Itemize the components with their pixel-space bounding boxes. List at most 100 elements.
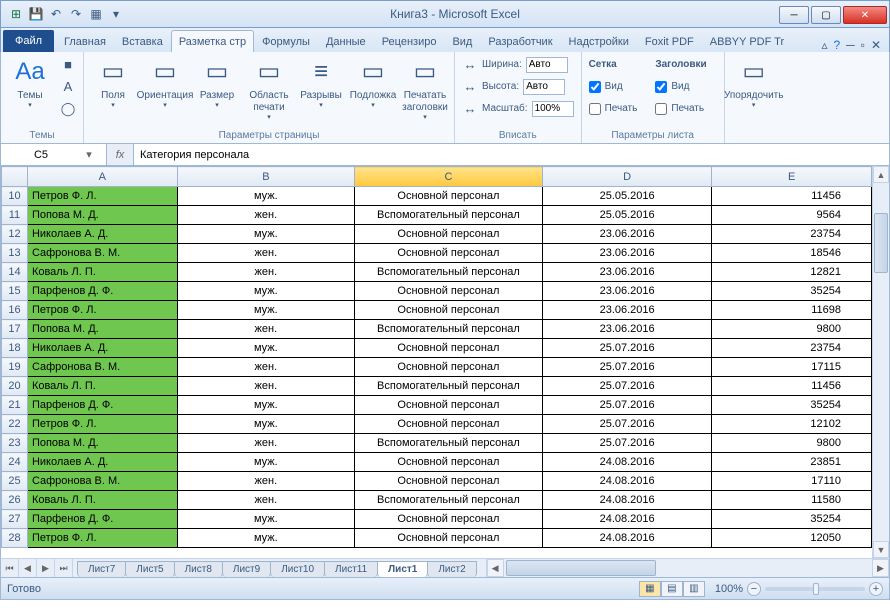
cell[interactable]: Сафронова В. М.	[27, 358, 177, 377]
row-header[interactable]: 14	[2, 263, 28, 282]
ribbon-tab[interactable]: Разработчик	[480, 30, 560, 52]
cell[interactable]: 25.07.2016	[542, 434, 712, 453]
sheet-tab[interactable]: Лист5	[125, 561, 174, 577]
view-normal-button[interactable]: ▦	[639, 581, 661, 597]
column-header[interactable]: A	[27, 167, 177, 187]
cell[interactable]: муж.	[177, 529, 354, 548]
cell[interactable]: Попова М. Д.	[27, 206, 177, 225]
row-header[interactable]: 11	[2, 206, 28, 225]
cell[interactable]: 23.06.2016	[542, 301, 712, 320]
cell[interactable]: Попова М. Д.	[27, 434, 177, 453]
sheet-opt-view[interactable]: Вид	[586, 76, 641, 97]
theme-colors-button[interactable]: ■	[57, 54, 79, 75]
cell[interactable]: Основной персонал	[355, 301, 543, 320]
cell[interactable]: 35254	[712, 510, 872, 529]
cell[interactable]: жен.	[177, 472, 354, 491]
cell[interactable]: Основной персонал	[355, 225, 543, 244]
zoom-value[interactable]: 100%	[715, 583, 743, 595]
cell[interactable]: жен.	[177, 206, 354, 225]
ribbon-minimize-icon[interactable]: ▵	[821, 38, 827, 52]
cell[interactable]: Парфенов Д. Ф.	[27, 396, 177, 415]
ribbon-tab[interactable]: Foxit PDF	[637, 30, 702, 52]
page-setup-button[interactable]: ▭Поля▾	[88, 54, 138, 112]
cell[interactable]: 24.08.2016	[542, 529, 712, 548]
arrange-button[interactable]: ▭ Упорядочить ▾	[729, 54, 779, 112]
cell[interactable]: Вспомогательный персонал	[355, 320, 543, 339]
mdi-close-icon[interactable]: ✕	[871, 38, 881, 52]
cell[interactable]: 12050	[712, 529, 872, 548]
minimize-button[interactable]: ─	[779, 6, 809, 24]
sheet-tab[interactable]: Лист7	[77, 561, 126, 577]
cell[interactable]: Попова М. Д.	[27, 320, 177, 339]
column-header[interactable]: B	[177, 167, 354, 187]
ribbon-tab[interactable]: Главная	[56, 30, 114, 52]
vscroll-thumb[interactable]	[874, 213, 888, 273]
row-header[interactable]: 21	[2, 396, 28, 415]
scale-input[interactable]	[526, 57, 568, 73]
print-area-icon[interactable]: ▦	[87, 5, 105, 23]
cell[interactable]: 23.06.2016	[542, 263, 712, 282]
cell[interactable]: Сафронова В. М.	[27, 244, 177, 263]
cell[interactable]: 23.06.2016	[542, 320, 712, 339]
ribbon-tab[interactable]: Рецензиро	[374, 30, 445, 52]
close-button[interactable]: ✕	[843, 6, 887, 24]
ribbon-tab[interactable]: Надстройки	[561, 30, 637, 52]
cell[interactable]: 12102	[712, 415, 872, 434]
cell[interactable]: 23.06.2016	[542, 225, 712, 244]
select-all-corner[interactable]	[2, 167, 28, 187]
cell[interactable]: Основной персонал	[355, 396, 543, 415]
cell[interactable]: жен.	[177, 320, 354, 339]
print-checkbox[interactable]	[589, 103, 601, 115]
name-box-input[interactable]	[1, 149, 81, 161]
excel-icon[interactable]: ⊞	[7, 5, 25, 23]
row-header[interactable]: 25	[2, 472, 28, 491]
cell[interactable]: жен.	[177, 377, 354, 396]
cell[interactable]: 25.07.2016	[542, 396, 712, 415]
cell[interactable]: 9564	[712, 206, 872, 225]
cell[interactable]: 17115	[712, 358, 872, 377]
scroll-left-icon[interactable]: ◀	[487, 559, 504, 577]
row-header[interactable]: 24	[2, 453, 28, 472]
cell[interactable]: Сафронова В. М.	[27, 472, 177, 491]
cell[interactable]: 24.08.2016	[542, 491, 712, 510]
zoom-slider[interactable]	[765, 587, 865, 591]
sheet-opt-print[interactable]: Печать	[586, 98, 641, 119]
cell[interactable]: Коваль Л. П.	[27, 377, 177, 396]
cell[interactable]: 25.07.2016	[542, 377, 712, 396]
cell[interactable]: муж.	[177, 415, 354, 434]
cell[interactable]: 17110	[712, 472, 872, 491]
row-header[interactable]: 18	[2, 339, 28, 358]
cell[interactable]: Основной персонал	[355, 187, 543, 206]
cell[interactable]: жен.	[177, 244, 354, 263]
ribbon-tab[interactable]: Вставка	[114, 30, 171, 52]
mdi-minimize-icon[interactable]: ─	[846, 38, 855, 52]
cell[interactable]: 11698	[712, 301, 872, 320]
row-header[interactable]: 17	[2, 320, 28, 339]
sheet-tab[interactable]: Лист2	[427, 561, 476, 577]
themes-button[interactable]: Aa Темы ▾	[5, 54, 55, 112]
sheet-opt-print[interactable]: Печать	[652, 98, 709, 119]
cell[interactable]: Основной персонал	[355, 472, 543, 491]
cell[interactable]: 35254	[712, 282, 872, 301]
cell[interactable]: Вспомогательный персонал	[355, 263, 543, 282]
scale-input[interactable]	[532, 101, 574, 117]
ribbon-tab[interactable]: Формулы	[254, 30, 318, 52]
page-setup-button[interactable]: ≡Разрывы▾	[296, 54, 346, 112]
row-header[interactable]: 13	[2, 244, 28, 263]
cell[interactable]: Основной персонал	[355, 415, 543, 434]
column-header[interactable]: E	[712, 167, 872, 187]
cell[interactable]: муж.	[177, 301, 354, 320]
cell[interactable]: 12821	[712, 263, 872, 282]
scale-input[interactable]	[523, 79, 565, 95]
row-header[interactable]: 10	[2, 187, 28, 206]
theme-effects-button[interactable]: ◯	[57, 98, 79, 119]
cell[interactable]: Николаев А. Д.	[27, 225, 177, 244]
sheet-tab[interactable]: Лист8	[174, 561, 223, 577]
qat-customize-icon[interactable]: ▾	[107, 5, 125, 23]
cell[interactable]: муж.	[177, 510, 354, 529]
cell[interactable]: Вспомогательный персонал	[355, 377, 543, 396]
page-setup-button[interactable]: ▭Размер▾	[192, 54, 242, 112]
cell[interactable]: Основной персонал	[355, 244, 543, 263]
ribbon-tab[interactable]: Разметка стр	[171, 30, 254, 52]
scroll-up-icon[interactable]: ▲	[873, 166, 889, 183]
